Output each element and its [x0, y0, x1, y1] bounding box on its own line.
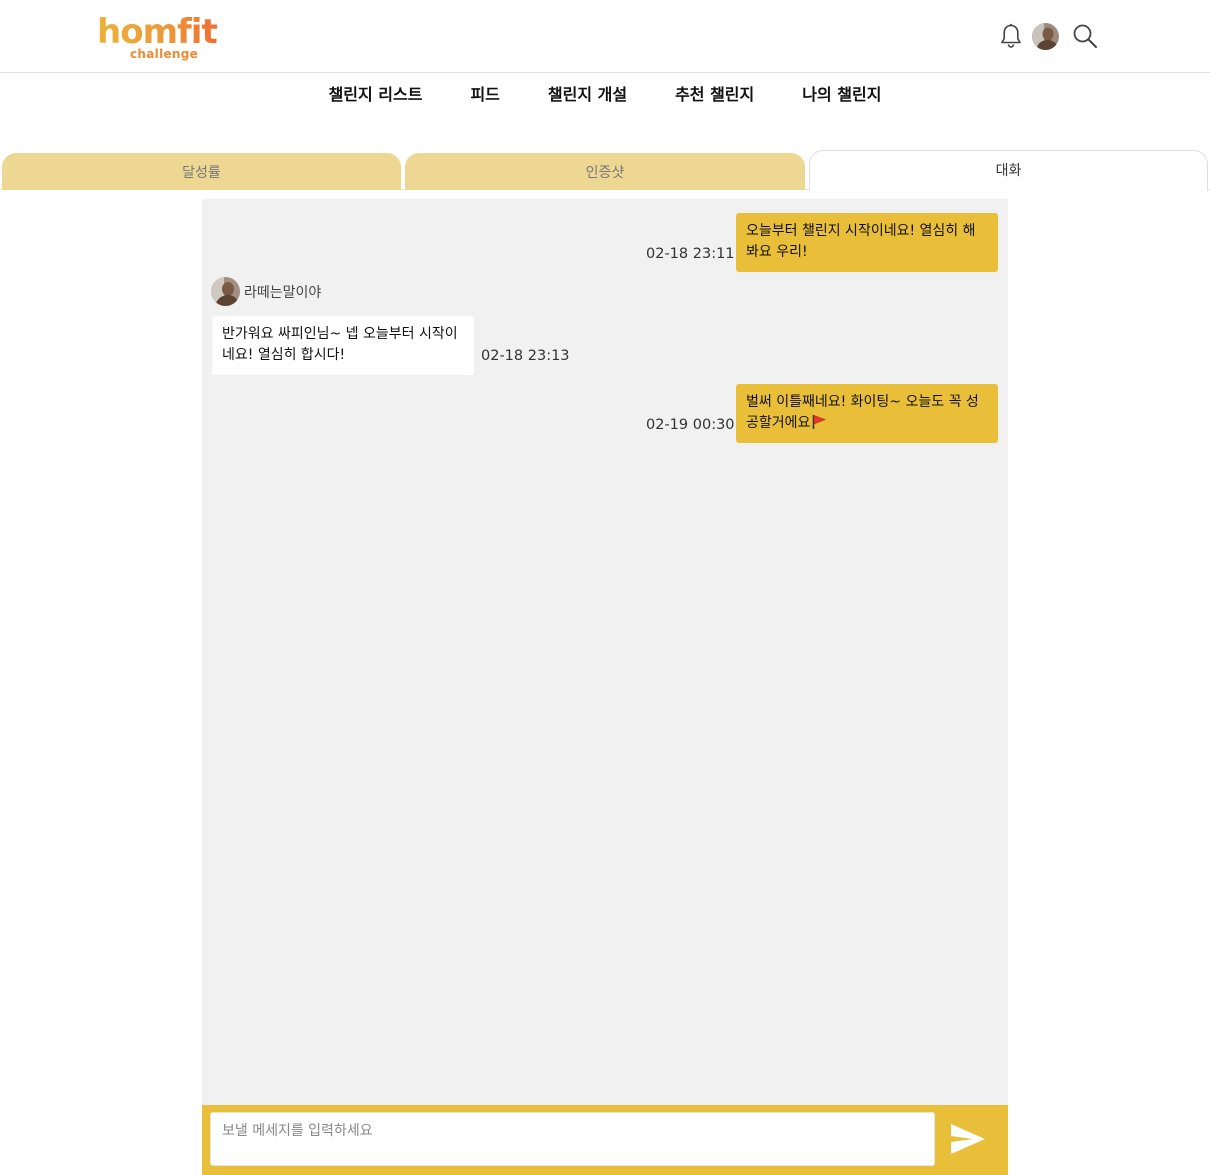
tab-proof-shots[interactable]: 인증샷: [405, 153, 805, 190]
sender-avatar[interactable]: [211, 277, 240, 306]
nav-create-challenge[interactable]: 챌린지 개설: [548, 73, 627, 117]
header-actions: [996, 21, 1100, 51]
nav-challenge-list[interactable]: 챌린지 리스트: [329, 73, 423, 117]
chat-panel[interactable]: 02-18 23:11 오늘부터 챌린지 시작이네요! 열심히 해봐요 우리! …: [202, 199, 1008, 1105]
search-icon[interactable]: [1070, 21, 1100, 51]
message-input-bar: [202, 1105, 1008, 1175]
my-message-bubble: 오늘부터 챌린지 시작이네요! 열심히 해봐요 우리!: [736, 213, 998, 272]
main-nav: 챌린지 리스트 피드 챌린지 개설 추천 챌린지 나의 챌린지: [0, 73, 1210, 117]
message-time: 02-18 23:11: [646, 246, 735, 262]
top-header: homfit challenge: [0, 0, 1210, 73]
send-icon[interactable]: [946, 1119, 990, 1159]
user-avatar[interactable]: [1032, 22, 1059, 50]
logo-wordmark: homfit: [97, 12, 218, 52]
logo-subtitle: challenge: [130, 47, 199, 61]
tab-chat[interactable]: 대화: [809, 150, 1208, 191]
message-input[interactable]: [210, 1112, 935, 1166]
challenge-tabs: 달성률 인증샷 대화: [0, 150, 1210, 191]
flag-emoji-icon: [811, 414, 827, 436]
nav-recommended-challenge[interactable]: 추천 챌린지: [675, 73, 754, 117]
message-text: 벌써 이틀째네요! 화이팅~ 오늘도 꼭 성공할거에요: [746, 394, 979, 431]
message-time: 02-19 00:30: [646, 417, 735, 433]
sender-name: 라떼는말이야: [244, 284, 322, 301]
bell-icon[interactable]: [996, 21, 1026, 51]
tab-achievement[interactable]: 달성률: [2, 153, 401, 190]
nav-feed[interactable]: 피드: [470, 73, 499, 117]
nav-my-challenge[interactable]: 나의 챌린지: [802, 73, 881, 117]
their-message-bubble: 반가워요 싸피인님~ 넵 오늘부터 시작이네요! 열심히 합시다!: [212, 316, 474, 375]
my-message-bubble: 벌써 이틀째네요! 화이팅~ 오늘도 꼭 성공할거에요: [736, 384, 998, 443]
message-time: 02-18 23:13: [481, 348, 570, 364]
homfit-logo[interactable]: homfit challenge: [97, 12, 237, 64]
message-sender: 라떼는말이야: [211, 277, 321, 306]
